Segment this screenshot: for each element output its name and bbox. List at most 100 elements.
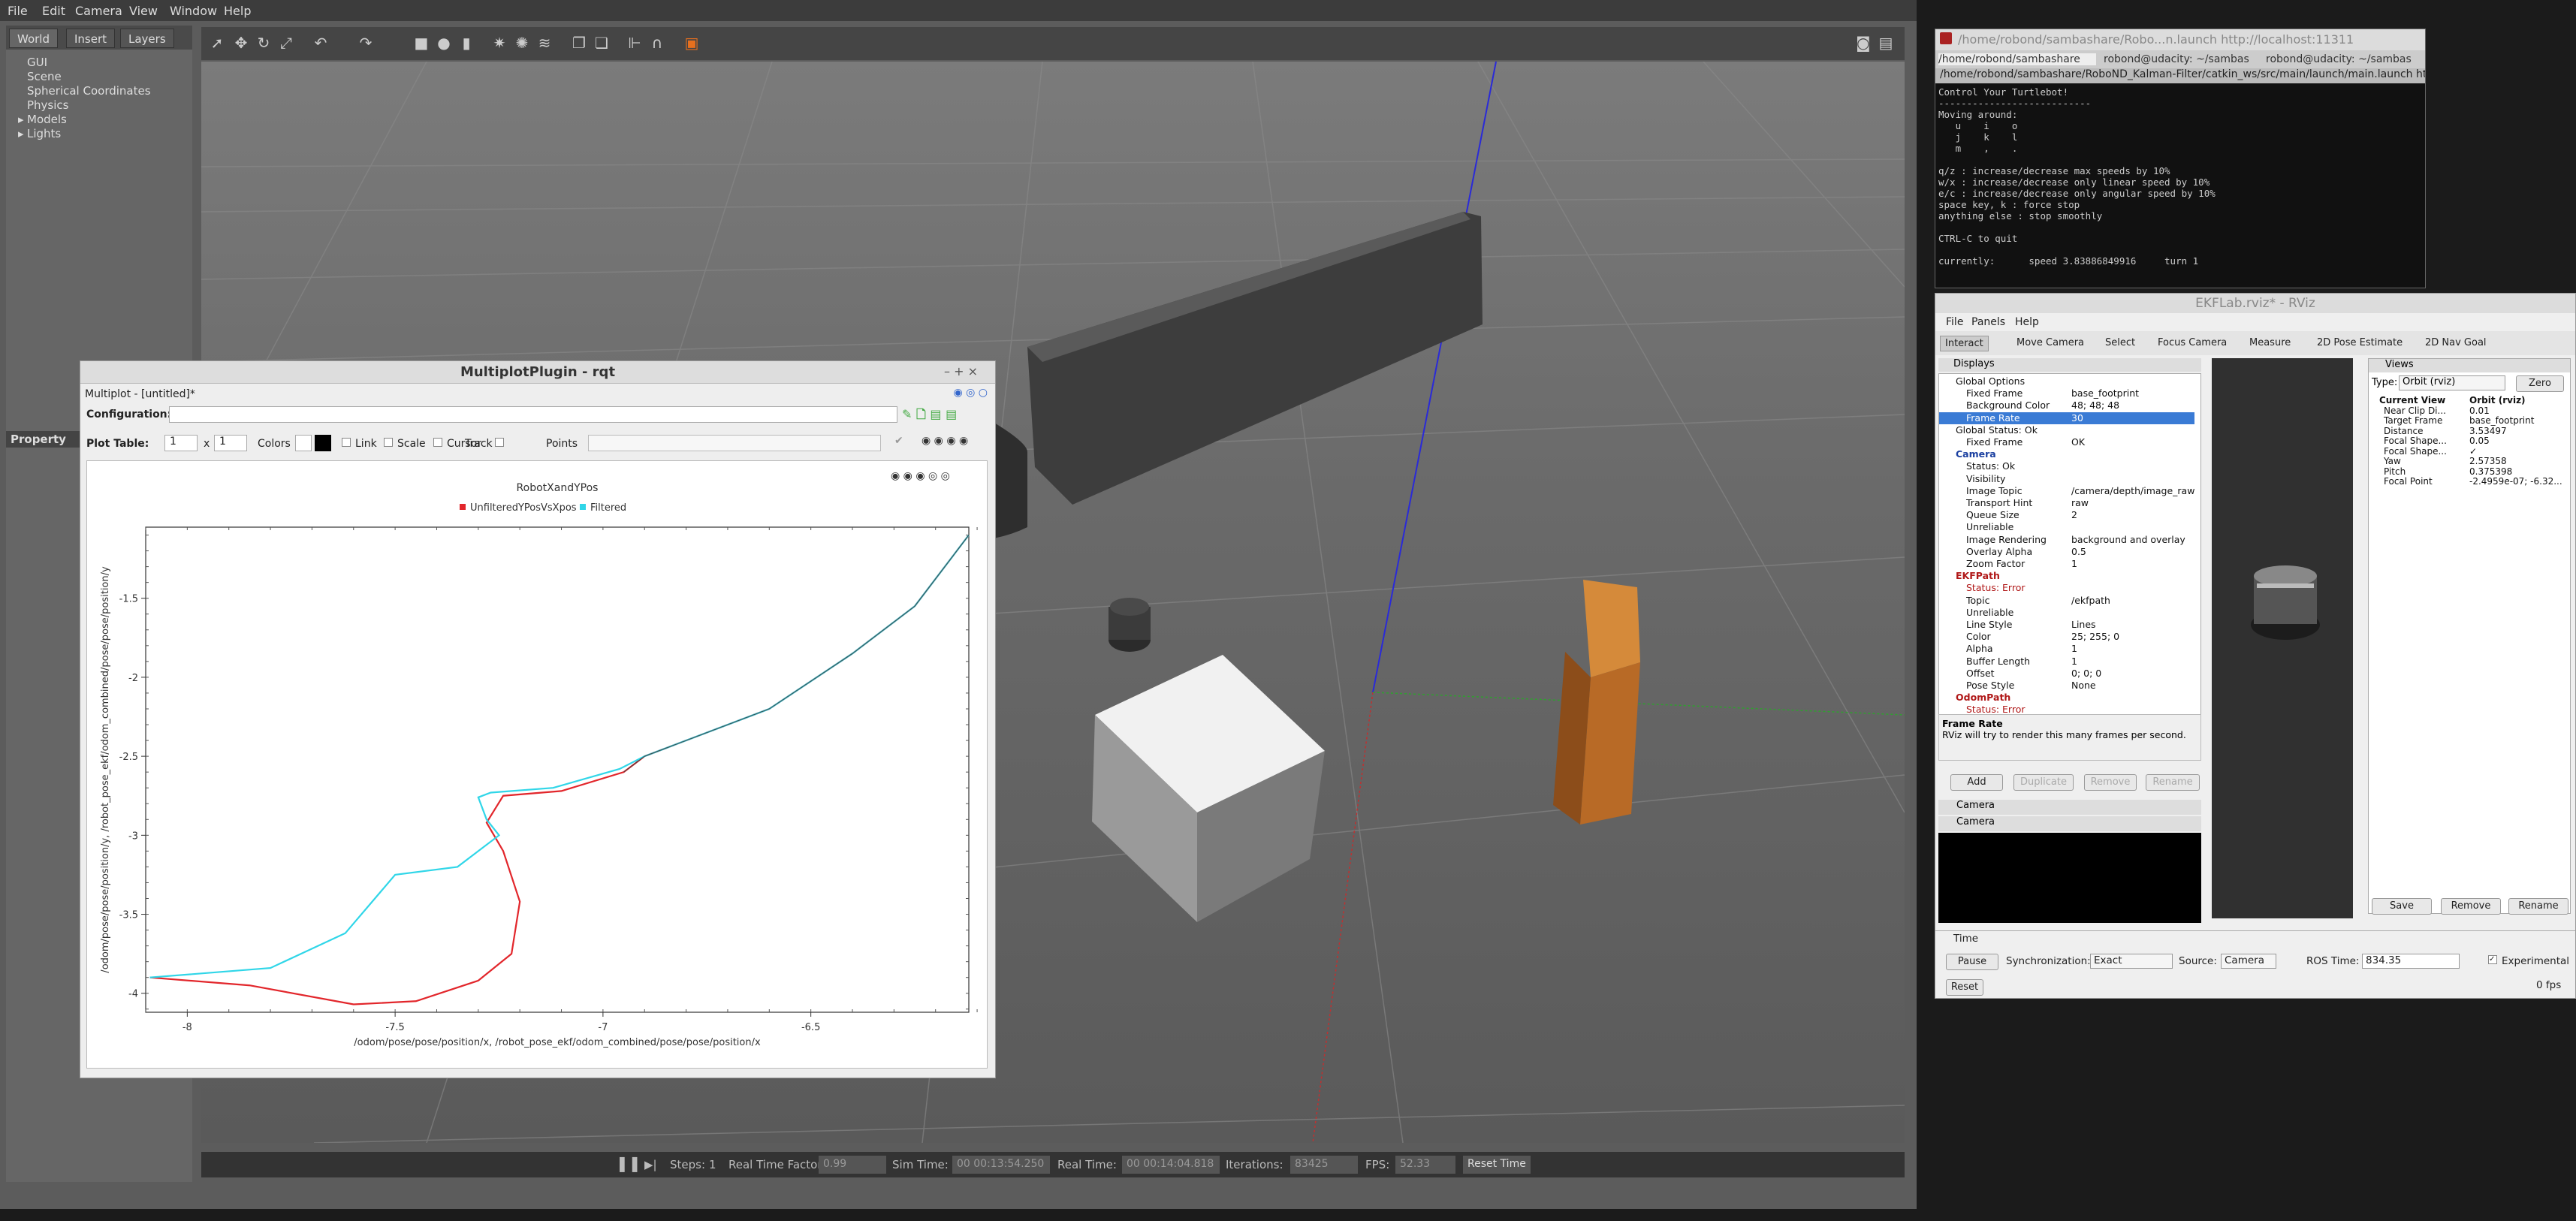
color-fg-swatch[interactable] <box>295 435 312 451</box>
display-row[interactable]: Zoom Factor 1 <box>1939 558 2194 570</box>
display-row[interactable]: Unreliable <box>1939 607 2194 619</box>
tree-item-gui[interactable]: GUI <box>27 56 47 69</box>
display-row-value[interactable]: None <box>2071 680 2096 691</box>
experimental-checkbox[interactable]: ✓ <box>2488 955 2497 964</box>
tool-interact[interactable]: Interact <box>1940 336 1989 351</box>
display-row[interactable]: Fixed Frame base_footprint <box>1939 387 2194 399</box>
display-row[interactable]: Global Options <box>1939 375 2194 387</box>
tool-focus-camera[interactable]: Focus Camera <box>2158 337 2227 348</box>
display-row[interactable]: Color 25; 255; 0 <box>1939 631 2194 643</box>
view-row-value[interactable]: 0.01 <box>2469 405 2490 416</box>
display-row-value[interactable]: 2 <box>2071 509 2077 520</box>
view-row-value[interactable]: 0.05 <box>2469 436 2490 446</box>
spot-light-icon[interactable]: ≋ <box>535 33 554 53</box>
cylinder-icon[interactable]: ▮ <box>457 33 476 53</box>
display-row-value[interactable]: background and overlay <box>2071 534 2185 545</box>
expand-arrow-icon[interactable]: ▸ <box>18 127 24 140</box>
display-row[interactable]: Line Style Lines <box>1939 619 2194 631</box>
tree-item-models[interactable]: Models <box>27 113 67 126</box>
display-row[interactable]: Fixed Frame OK <box>1939 436 2194 448</box>
step-icon[interactable]: ▶| <box>644 1158 657 1171</box>
view-row-value[interactable]: Orbit (rviz) <box>2469 395 2526 405</box>
menu-camera[interactable]: Camera <box>75 4 122 18</box>
display-row-value[interactable]: base_footprint <box>2071 387 2139 399</box>
rviz-menu-panels[interactable]: Panels <box>1971 316 2005 328</box>
views-rename-button[interactable]: Rename <box>2508 898 2568 915</box>
display-row[interactable]: Pose Style None <box>1939 680 2194 692</box>
reset-time-button[interactable]: Reset Time <box>1463 1156 1531 1174</box>
terminal-output[interactable]: Control Your Turtlebot! -----------------… <box>1938 86 2419 289</box>
log-icon[interactable]: ▤ <box>1876 33 1896 53</box>
display-row-value[interactable]: 0; 0; 0 <box>2071 668 2101 679</box>
display-row[interactable]: Background Color 48; 48; 48 <box>1939 399 2194 412</box>
display-row[interactable]: Transport Hint raw <box>1939 497 2194 509</box>
scale-icon[interactable]: ⤢ <box>276 33 296 53</box>
help-icon[interactable]: ◉ ◎ ○ <box>953 387 988 399</box>
display-row[interactable]: Unreliable <box>1939 521 2194 533</box>
tool-2d-pose-estimate[interactable]: 2D Pose Estimate <box>2317 337 2403 348</box>
display-row[interactable]: Queue Size 2 <box>1939 509 2194 521</box>
tree-item-scene[interactable]: Scene <box>27 70 62 83</box>
display-row-value[interactable]: /ekfpath <box>2071 595 2110 606</box>
views-tree[interactable]: Current View Orbit (rviz) Near Clip Di... 0… <box>2369 395 2570 530</box>
display-row[interactable]: Offset 0; 0; 0 <box>1939 668 2194 680</box>
rviz-menu-help[interactable]: Help <box>2015 316 2039 328</box>
add-display-button[interactable]: Add <box>1950 774 2003 791</box>
display-row[interactable]: Topic/ekfpath <box>1939 595 2194 607</box>
redo-icon[interactable]: ↷ <box>356 33 376 53</box>
display-row-value[interactable]: /camera/depth/image_raw <box>2071 485 2194 496</box>
align-icon[interactable]: ⊩ <box>625 33 644 53</box>
configuration-combo[interactable] <box>169 406 897 423</box>
views-remove-button[interactable]: Remove <box>2441 898 2501 915</box>
tree-item-lights[interactable]: Lights <box>27 127 61 140</box>
reset-button[interactable]: Reset <box>1946 979 1983 996</box>
chart-tools-icon[interactable]: ◉ ◉ ◉ ◎ ◎ <box>891 470 950 482</box>
display-row-value[interactable]: 25; 255; 0 <box>2071 631 2119 642</box>
config-buttons-icon[interactable]: ✎ 🗋 ▤ ▤ <box>902 406 985 423</box>
display-row-value[interactable]: 0.5 <box>2071 546 2086 557</box>
tool-select[interactable]: Select <box>2105 337 2135 348</box>
view-row-value[interactable]: 3.53497 <box>2469 426 2507 436</box>
select-arrow-icon[interactable]: ➚ <box>207 33 227 53</box>
displays-tree[interactable]: Global Options Fixed Frame base_footprint B… <box>1938 373 2201 719</box>
display-row[interactable]: Image Rendering background and overlay <box>1939 534 2194 546</box>
display-row[interactable]: Status: Error <box>1939 582 2194 594</box>
terminal-tab-1[interactable]: /home/robond/sambashare <box>1938 53 2096 65</box>
multiplot-chart[interactable]: ◉ ◉ ◉ ◎ ◎ RobotXandYPos UnfilteredYPosVsX… <box>86 460 988 1069</box>
menu-edit[interactable]: Edit <box>42 4 65 18</box>
rviz-menu-file[interactable]: File <box>1946 316 1963 328</box>
display-row-value[interactable]: 48; 48; 48 <box>2071 399 2119 411</box>
menu-window[interactable]: Window <box>170 4 217 18</box>
tab-insert[interactable]: Insert <box>66 29 116 48</box>
source-select[interactable]: Camera <box>2221 954 2276 969</box>
view-row-value[interactable]: 0.375398 <box>2469 466 2512 477</box>
screenshot-icon[interactable]: ◙ <box>1854 33 1873 53</box>
display-row[interactable]: Overlay Alpha 0.5 <box>1939 546 2194 558</box>
display-row-value[interactable]: 30 <box>2071 412 2083 424</box>
zero-button[interactable]: Zero <box>2516 375 2564 392</box>
duplicate-button[interactable]: Duplicate <box>2013 774 2074 791</box>
display-row[interactable]: Global Status: Ok <box>1939 424 2194 436</box>
display-row[interactable]: Image Topic/camera/depth/image_raw <box>1939 485 2194 497</box>
steps-value[interactable]: 1 <box>709 1158 716 1171</box>
copy-icon[interactable]: ❐ <box>569 33 589 53</box>
display-row-value[interactable]: raw <box>2071 497 2089 508</box>
tool-move-camera[interactable]: Move Camera <box>2016 337 2084 348</box>
display-row-value[interactable]: OK <box>2071 436 2085 448</box>
record-icon[interactable]: ▣ <box>682 33 701 53</box>
pause-button[interactable]: Pause <box>1946 954 1998 970</box>
window-controls-icon[interactable]: – + × <box>944 364 978 378</box>
display-row[interactable]: Frame Rate 30 <box>1939 412 2194 424</box>
topic-input[interactable] <box>588 435 881 451</box>
rotate-icon[interactable]: ↻ <box>254 33 273 53</box>
view-row-value[interactable]: 2.57358 <box>2469 456 2507 466</box>
remove-button[interactable]: Remove <box>2084 774 2137 791</box>
display-row[interactable]: OdomPath <box>1939 692 2194 704</box>
track-checkbox[interactable] <box>495 438 504 447</box>
sync-select[interactable]: Exact <box>2090 954 2173 969</box>
display-row-value[interactable]: 1 <box>2071 558 2077 569</box>
display-row[interactable]: Visibility <box>1939 473 2194 485</box>
tab-layers[interactable]: Layers <box>120 29 174 48</box>
scale-checkbox[interactable] <box>384 438 393 447</box>
menu-file[interactable]: File <box>8 4 28 18</box>
